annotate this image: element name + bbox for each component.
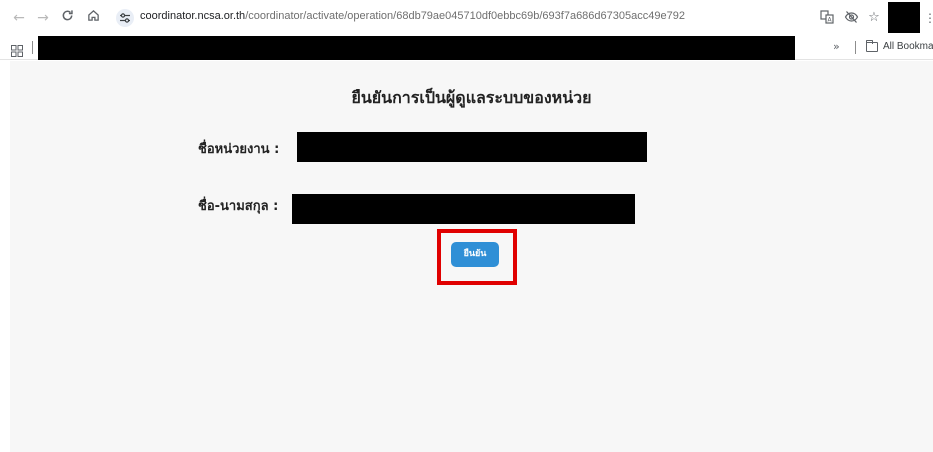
full-name-label: ชื่อ-นามสกุล : [198, 199, 279, 214]
confirm-button[interactable]: ยืนยัน [451, 242, 499, 267]
url-host: coordinator.ncsa.or.th [140, 10, 246, 22]
home-icon[interactable] [84, 9, 102, 27]
org-name-value-redacted [297, 132, 647, 162]
star-icon[interactable]: ☆ [866, 10, 882, 26]
bookmarks-separator [32, 41, 33, 54]
translate-icon[interactable]: A [819, 10, 835, 26]
page-title: ยืนยันการเป็นผู้ดูแลระบบของหน่วย [351, 88, 592, 107]
browser-window: ← → coordinator.ncsa.or.th/coordinator/a… [0, 0, 933, 452]
apps-grid-icon[interactable] [11, 42, 23, 57]
back-arrow-icon[interactable]: ← [10, 9, 28, 27]
forward-arrow-icon[interactable]: → [34, 9, 52, 27]
more-vert-icon[interactable]: ⋮ [924, 10, 933, 26]
reload-icon[interactable] [58, 9, 76, 27]
browser-toolbar: ← → coordinator.ncsa.or.th/coordinator/a… [0, 0, 933, 36]
all-bookmarks-link[interactable]: All Bookmarks [883, 41, 933, 52]
org-name-label: ชื่อหน่วยงาน : [198, 142, 280, 157]
address-bar[interactable]: coordinator.ncsa.or.th/coordinator/activ… [110, 5, 800, 31]
bookmarks-separator [855, 41, 856, 54]
page-content: ยืนยันการเป็นผู้ดูแลระบบของหน่วย ชื่อหน่… [10, 61, 933, 452]
full-name-value-redacted [292, 194, 635, 224]
url-path: /coordinator/activate/operation/68db79ae… [245, 10, 685, 22]
bookmarks-overflow-button[interactable]: » [833, 40, 840, 53]
url-text: coordinator.ncsa.or.th/coordinator/activ… [140, 10, 685, 22]
bookmarks-redacted [38, 36, 795, 60]
eye-slash-icon[interactable] [843, 10, 859, 26]
profile-avatar-redacted[interactable] [888, 2, 920, 33]
bookmarks-bar: » All Bookmarks [0, 36, 933, 60]
tune-icon[interactable] [116, 9, 134, 27]
folder-icon [866, 40, 878, 52]
